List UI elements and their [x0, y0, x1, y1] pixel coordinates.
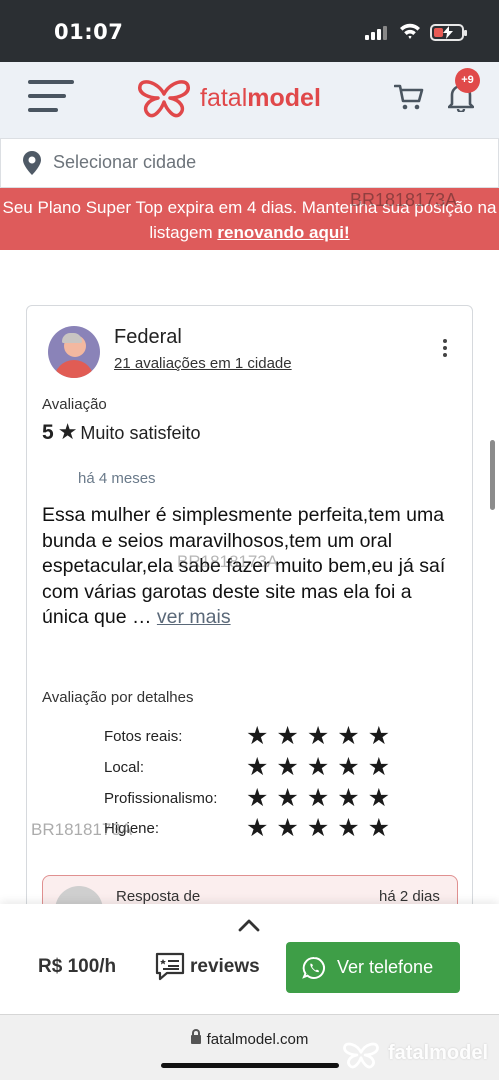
more-options-icon[interactable]: [435, 336, 455, 360]
city-selector[interactable]: Selecionar cidade: [0, 138, 499, 188]
reviewer-stats-link[interactable]: 21 avaliações em 1 cidade: [114, 355, 292, 372]
fatalmodel-logo[interactable]: fatalmodel: [136, 76, 336, 120]
detail-stars: ★★★★★: [246, 753, 399, 781]
watermark: BR1818173A: [177, 552, 279, 571]
url-text: fatalmodel.com: [206, 1031, 309, 1048]
detail-label: Local:: [104, 759, 145, 776]
lock-icon: [190, 1029, 201, 1044]
detail-label: Fotos reais:: [104, 728, 183, 745]
menu-button[interactable]: [28, 80, 76, 114]
cart-icon[interactable]: [394, 82, 424, 112]
reviews-button[interactable]: reviews: [154, 950, 260, 986]
review-date: há 4 meses: [78, 470, 156, 487]
reviews-icon: [155, 952, 185, 981]
see-more-link[interactable]: ver mais: [157, 606, 231, 628]
reviews-label: reviews: [190, 956, 260, 977]
watermark: BR1818173A: [31, 820, 133, 839]
rating-text: Muito satisfeito: [80, 423, 201, 443]
signal-icon: [365, 26, 389, 40]
battery-icon: [430, 24, 467, 41]
renew-link[interactable]: renovando aqui!: [217, 223, 349, 242]
avatar[interactable]: [48, 326, 100, 378]
review-card: Federal 21 avaliações em 1 cidade Avalia…: [26, 305, 473, 945]
home-indicator[interactable]: [161, 1063, 339, 1068]
detail-stars: ★★★★★: [246, 722, 399, 750]
reply-date: há 2 dias: [379, 888, 440, 905]
detail-stars: ★★★★★: [246, 784, 399, 812]
butterfly-watermark-icon: [343, 1042, 379, 1069]
status-time: 01:07: [54, 20, 124, 44]
reply-label: Resposta de: [116, 888, 201, 905]
brand-name: fatalmodel: [200, 84, 321, 112]
fatalmodel-watermark: fatalmodel: [340, 1040, 499, 1070]
detail-label: Profissionalismo:: [104, 790, 218, 807]
watermark-brand: fatalmodel: [388, 1042, 489, 1064]
chevron-up-icon[interactable]: [238, 918, 260, 932]
details-label: Avaliação por detalhes: [42, 689, 194, 706]
view-phone-label: Ver telefone: [337, 957, 434, 977]
view-phone-button[interactable]: Ver telefone: [286, 942, 460, 993]
price-label: R$ 100/h: [38, 956, 117, 977]
wifi-icon: [400, 23, 420, 39]
rating-label: Avaliação: [42, 396, 107, 413]
scrollbar[interactable]: [490, 440, 495, 510]
notification-badge: +9: [455, 68, 480, 93]
whatsapp-icon: [302, 956, 325, 979]
app-header: fatalmodel: [0, 62, 499, 138]
status-bar: 01:07: [0, 0, 499, 62]
rating-value: 5: [42, 421, 54, 444]
butterfly-logo-icon: [138, 80, 190, 118]
watermark: BR1818173A: [350, 190, 458, 210]
star-icon: ★: [57, 419, 78, 444]
city-select-placeholder: Selecionar cidade: [53, 152, 197, 172]
detail-stars: ★★★★★: [246, 814, 399, 842]
location-pin-icon: [23, 151, 41, 175]
overall-rating: 5 ★ Muito satisfeito: [42, 419, 200, 445]
bottom-action-bar: R$ 100/h reviews Ver telefone: [0, 904, 499, 1014]
reviewer-name[interactable]: Federal: [114, 326, 182, 349]
